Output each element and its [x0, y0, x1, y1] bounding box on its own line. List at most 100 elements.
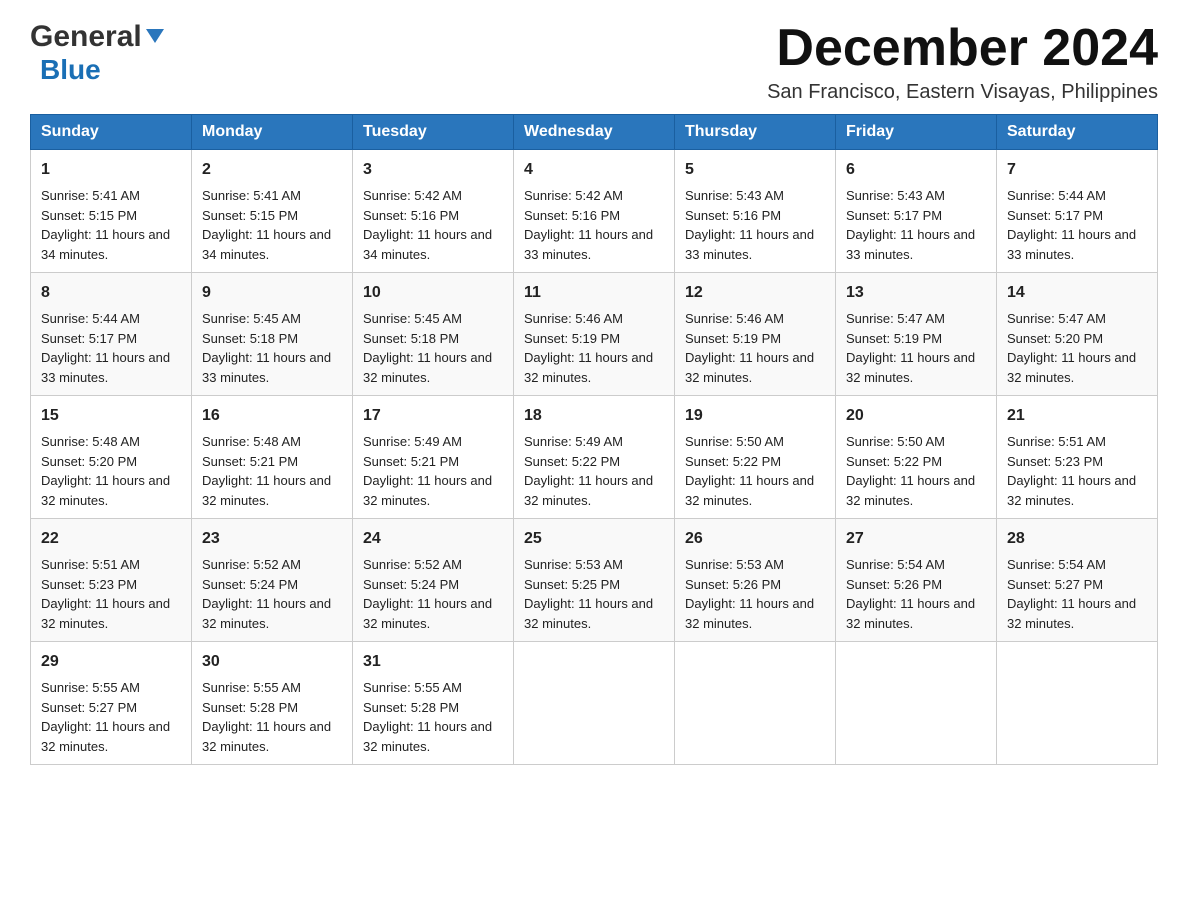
sunrise-info: Sunrise: 5:51 AM: [1007, 434, 1106, 449]
daylight-info: Daylight: 11 hours and 32 minutes.: [41, 596, 170, 631]
logo: General Blue: [30, 20, 166, 86]
daylight-info: Daylight: 11 hours and 34 minutes.: [202, 227, 331, 262]
sunrise-info: Sunrise: 5:45 AM: [363, 311, 462, 326]
sunrise-info: Sunrise: 5:45 AM: [202, 311, 301, 326]
sunset-info: Sunset: 5:21 PM: [202, 454, 298, 469]
calendar-cell: [675, 642, 836, 765]
day-number: 4: [524, 158, 664, 182]
sunrise-info: Sunrise: 5:47 AM: [1007, 311, 1106, 326]
calendar-cell: 13 Sunrise: 5:47 AM Sunset: 5:19 PM Dayl…: [836, 273, 997, 396]
calendar-cell: 4 Sunrise: 5:42 AM Sunset: 5:16 PM Dayli…: [514, 150, 675, 273]
sunset-info: Sunset: 5:22 PM: [846, 454, 942, 469]
calendar-week-row: 8 Sunrise: 5:44 AM Sunset: 5:17 PM Dayli…: [31, 273, 1158, 396]
calendar-cell: 23 Sunrise: 5:52 AM Sunset: 5:24 PM Dayl…: [192, 519, 353, 642]
sunrise-info: Sunrise: 5:49 AM: [524, 434, 623, 449]
day-number: 22: [41, 527, 181, 551]
daylight-info: Daylight: 11 hours and 33 minutes.: [1007, 227, 1136, 262]
day-number: 31: [363, 650, 503, 674]
sunset-info: Sunset: 5:17 PM: [1007, 208, 1103, 223]
day-number: 17: [363, 404, 503, 428]
day-number: 24: [363, 527, 503, 551]
daylight-info: Daylight: 11 hours and 32 minutes.: [524, 596, 653, 631]
sunset-info: Sunset: 5:23 PM: [1007, 454, 1103, 469]
sunrise-info: Sunrise: 5:43 AM: [685, 188, 784, 203]
calendar-cell: 18 Sunrise: 5:49 AM Sunset: 5:22 PM Dayl…: [514, 396, 675, 519]
calendar-cell: 7 Sunrise: 5:44 AM Sunset: 5:17 PM Dayli…: [997, 150, 1158, 273]
day-number: 9: [202, 281, 342, 305]
sunset-info: Sunset: 5:17 PM: [41, 331, 137, 346]
day-number: 16: [202, 404, 342, 428]
daylight-info: Daylight: 11 hours and 33 minutes.: [202, 350, 331, 385]
daylight-info: Daylight: 11 hours and 32 minutes.: [846, 473, 975, 508]
calendar-cell: 24 Sunrise: 5:52 AM Sunset: 5:24 PM Dayl…: [353, 519, 514, 642]
day-number: 14: [1007, 281, 1147, 305]
sunset-info: Sunset: 5:23 PM: [41, 577, 137, 592]
day-number: 11: [524, 281, 664, 305]
daylight-info: Daylight: 11 hours and 32 minutes.: [685, 350, 814, 385]
calendar-cell: 11 Sunrise: 5:46 AM Sunset: 5:19 PM Dayl…: [514, 273, 675, 396]
calendar-cell: 31 Sunrise: 5:55 AM Sunset: 5:28 PM Dayl…: [353, 642, 514, 765]
calendar-cell: [836, 642, 997, 765]
calendar-cell: 1 Sunrise: 5:41 AM Sunset: 5:15 PM Dayli…: [31, 150, 192, 273]
day-number: 20: [846, 404, 986, 428]
calendar-cell: 14 Sunrise: 5:47 AM Sunset: 5:20 PM Dayl…: [997, 273, 1158, 396]
sunrise-info: Sunrise: 5:55 AM: [363, 680, 462, 695]
sunset-info: Sunset: 5:18 PM: [202, 331, 298, 346]
sunrise-info: Sunrise: 5:44 AM: [41, 311, 140, 326]
title-block: December 2024 San Francisco, Eastern Vis…: [767, 20, 1158, 104]
sunset-info: Sunset: 5:17 PM: [846, 208, 942, 223]
daylight-info: Daylight: 11 hours and 33 minutes.: [524, 227, 653, 262]
day-number: 21: [1007, 404, 1147, 428]
calendar-cell: 15 Sunrise: 5:48 AM Sunset: 5:20 PM Dayl…: [31, 396, 192, 519]
calendar-cell: 2 Sunrise: 5:41 AM Sunset: 5:15 PM Dayli…: [192, 150, 353, 273]
sunrise-info: Sunrise: 5:49 AM: [363, 434, 462, 449]
day-number: 8: [41, 281, 181, 305]
daylight-info: Daylight: 11 hours and 32 minutes.: [363, 350, 492, 385]
calendar-week-row: 22 Sunrise: 5:51 AM Sunset: 5:23 PM Dayl…: [31, 519, 1158, 642]
calendar-header-sunday: Sunday: [31, 115, 192, 150]
day-number: 28: [1007, 527, 1147, 551]
daylight-info: Daylight: 11 hours and 32 minutes.: [202, 719, 331, 754]
sunrise-info: Sunrise: 5:42 AM: [524, 188, 623, 203]
daylight-info: Daylight: 11 hours and 32 minutes.: [1007, 350, 1136, 385]
sunset-info: Sunset: 5:24 PM: [363, 577, 459, 592]
calendar-week-row: 29 Sunrise: 5:55 AM Sunset: 5:27 PM Dayl…: [31, 642, 1158, 765]
sunrise-info: Sunrise: 5:55 AM: [202, 680, 301, 695]
sunset-info: Sunset: 5:27 PM: [1007, 577, 1103, 592]
calendar-cell: 28 Sunrise: 5:54 AM Sunset: 5:27 PM Dayl…: [997, 519, 1158, 642]
calendar-cell: 27 Sunrise: 5:54 AM Sunset: 5:26 PM Dayl…: [836, 519, 997, 642]
day-number: 13: [846, 281, 986, 305]
sunrise-info: Sunrise: 5:55 AM: [41, 680, 140, 695]
logo-arrow-icon: [144, 25, 166, 47]
daylight-info: Daylight: 11 hours and 34 minutes.: [363, 227, 492, 262]
sunrise-info: Sunrise: 5:48 AM: [202, 434, 301, 449]
day-number: 29: [41, 650, 181, 674]
sunset-info: Sunset: 5:28 PM: [202, 700, 298, 715]
daylight-info: Daylight: 11 hours and 32 minutes.: [363, 596, 492, 631]
logo-blue-text: Blue: [40, 54, 101, 85]
sunrise-info: Sunrise: 5:53 AM: [685, 557, 784, 572]
day-number: 25: [524, 527, 664, 551]
sunset-info: Sunset: 5:24 PM: [202, 577, 298, 592]
sunrise-info: Sunrise: 5:50 AM: [685, 434, 784, 449]
sunrise-info: Sunrise: 5:54 AM: [1007, 557, 1106, 572]
calendar-cell: 25 Sunrise: 5:53 AM Sunset: 5:25 PM Dayl…: [514, 519, 675, 642]
calendar-cell: 8 Sunrise: 5:44 AM Sunset: 5:17 PM Dayli…: [31, 273, 192, 396]
sunset-info: Sunset: 5:18 PM: [363, 331, 459, 346]
sunrise-info: Sunrise: 5:41 AM: [41, 188, 140, 203]
sunset-info: Sunset: 5:15 PM: [41, 208, 137, 223]
daylight-info: Daylight: 11 hours and 32 minutes.: [524, 473, 653, 508]
calendar-week-row: 1 Sunrise: 5:41 AM Sunset: 5:15 PM Dayli…: [31, 150, 1158, 273]
daylight-info: Daylight: 11 hours and 32 minutes.: [685, 473, 814, 508]
daylight-info: Daylight: 11 hours and 32 minutes.: [685, 596, 814, 631]
daylight-info: Daylight: 11 hours and 33 minutes.: [41, 350, 170, 385]
sunset-info: Sunset: 5:15 PM: [202, 208, 298, 223]
calendar-cell: 10 Sunrise: 5:45 AM Sunset: 5:18 PM Dayl…: [353, 273, 514, 396]
sunrise-info: Sunrise: 5:46 AM: [685, 311, 784, 326]
sunrise-info: Sunrise: 5:48 AM: [41, 434, 140, 449]
calendar-cell: 19 Sunrise: 5:50 AM Sunset: 5:22 PM Dayl…: [675, 396, 836, 519]
sunrise-info: Sunrise: 5:44 AM: [1007, 188, 1106, 203]
day-number: 12: [685, 281, 825, 305]
calendar-header-thursday: Thursday: [675, 115, 836, 150]
sunrise-info: Sunrise: 5:54 AM: [846, 557, 945, 572]
